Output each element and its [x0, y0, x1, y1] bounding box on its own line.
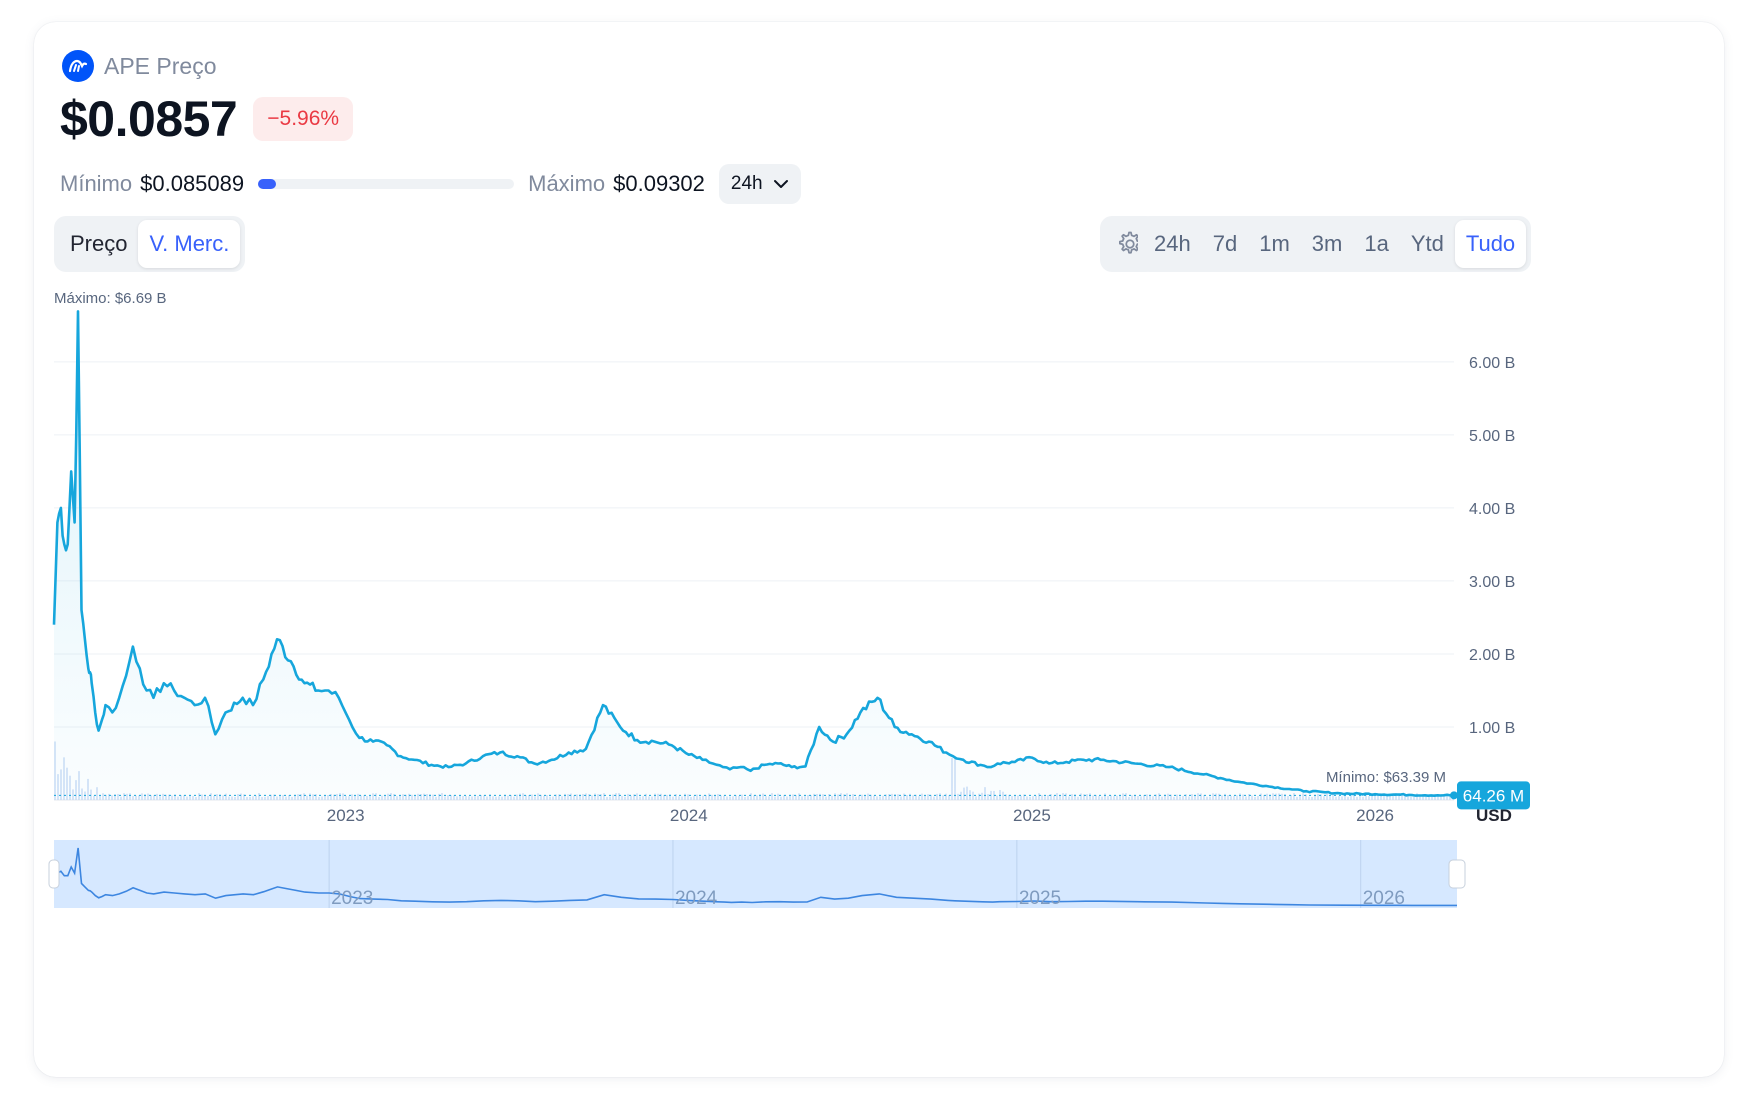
market-cap-chart: 6.00 B 5.00 B 4.00 B 3.00 B 2.00 B 1.00 B 202…: [48, 290, 1530, 909]
current-value-dot: [1450, 791, 1458, 800]
x-tick-label: 2025: [1013, 806, 1051, 825]
current-value-label: 64.26 M: [1463, 786, 1524, 805]
x-tick-label: 2026: [1356, 806, 1394, 825]
navigator-right-handle[interactable]: [1448, 859, 1466, 889]
y-tick-label: 5.00 B: [1469, 428, 1515, 445]
y-tick-label: 1.00 B: [1469, 720, 1515, 737]
x-tick-label: 2023: [327, 806, 365, 825]
y-tick-label: 3.00 B: [1469, 574, 1515, 591]
y-tick-label: 2.00 B: [1469, 647, 1515, 664]
navigator-tick-label: 2024: [675, 888, 718, 909]
y-tick-label: 4.00 B: [1469, 501, 1515, 518]
navigator-tick-label: 2023: [331, 888, 373, 909]
navigator-left-handle[interactable]: [48, 859, 60, 889]
navigator-tick-label: 2025: [1019, 888, 1061, 909]
x-tick-label: 2024: [670, 806, 708, 825]
max-annotation: Máximo: $6.69 B: [54, 290, 167, 307]
y-tick-label: 6.00 B: [1469, 355, 1515, 372]
navigator-selection: [54, 840, 1457, 908]
min-annotation: Mínimo: $63.39 M: [1326, 769, 1446, 786]
range-navigator[interactable]: 2023 2024 2025 2026: [48, 840, 1466, 909]
currency-label: USD: [1476, 806, 1512, 825]
navigator-tick-label: 2026: [1363, 888, 1405, 909]
market-cap-card: APE Preço $0.0857 −5.96% Mínimo $0.08508…: [34, 22, 1724, 1077]
